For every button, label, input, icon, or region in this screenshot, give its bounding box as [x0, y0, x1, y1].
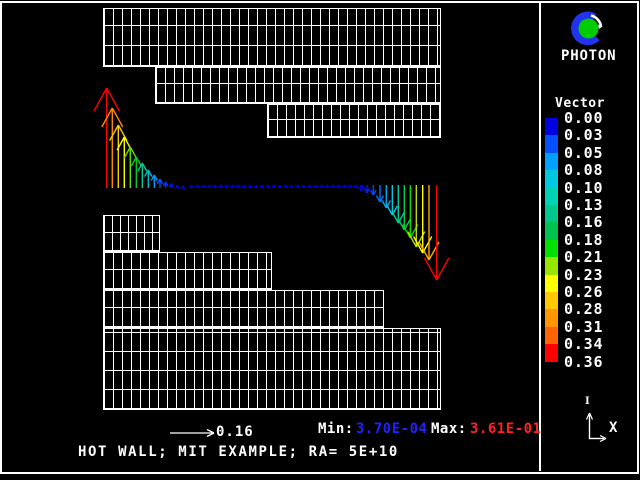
legend-value: 0.03	[564, 127, 603, 143]
legend-value: 0.34	[564, 336, 603, 352]
y-axis-label: I	[585, 396, 590, 407]
legend-value: 0.10	[564, 180, 603, 196]
photon-app-screen: 0.16 Min: 3.70E-04 Max: 3.61E-01 HOT WAL…	[0, 0, 640, 480]
legend-value: 0.21	[564, 249, 603, 265]
legend-swatch	[545, 170, 558, 187]
legend-swatch	[545, 118, 558, 135]
legend-value: 0.26	[564, 284, 603, 300]
legend-value: 0.28	[564, 301, 603, 317]
legend-swatch	[545, 275, 558, 292]
legend-value: 0.36	[564, 354, 603, 370]
vector-field-svg	[0, 0, 640, 480]
photon-logo-icon	[569, 11, 607, 49]
legend-value: 0.08	[564, 162, 603, 178]
legend-swatch	[545, 135, 558, 152]
legend-swatch	[545, 257, 558, 274]
legend-swatch	[545, 188, 558, 205]
plot-title: HOT WALL; MIT EXAMPLE; RA= 5E+10	[78, 444, 399, 460]
legend-value: 0.16	[564, 214, 603, 230]
legend-value: 0.23	[564, 267, 603, 283]
x-axis-label: X	[609, 420, 617, 436]
min-value: 3.70E-04	[356, 421, 427, 437]
legend-value: 0.05	[564, 145, 603, 161]
min-label: Min:	[318, 421, 354, 437]
legend-swatch	[545, 309, 558, 326]
legend-swatch	[545, 292, 558, 309]
legend-swatch	[545, 327, 558, 344]
legend-swatch	[545, 205, 558, 222]
legend-value: 0.18	[564, 232, 603, 248]
legend-value: 0.13	[564, 197, 603, 213]
legend-value: 0.31	[564, 319, 603, 335]
legend-swatch	[545, 222, 558, 239]
color-legend: 0.000.030.050.080.100.130.160.180.210.23…	[545, 118, 635, 368]
legend-swatch	[545, 153, 558, 170]
legend-swatch	[545, 240, 558, 257]
max-value: 3.61E-01	[470, 421, 541, 437]
max-label: Max:	[431, 421, 467, 437]
reference-vector-value: 0.16	[216, 424, 254, 440]
legend-swatch	[545, 344, 558, 361]
brand-label: PHOTON	[561, 48, 616, 64]
legend-value: 0.00	[564, 110, 603, 126]
